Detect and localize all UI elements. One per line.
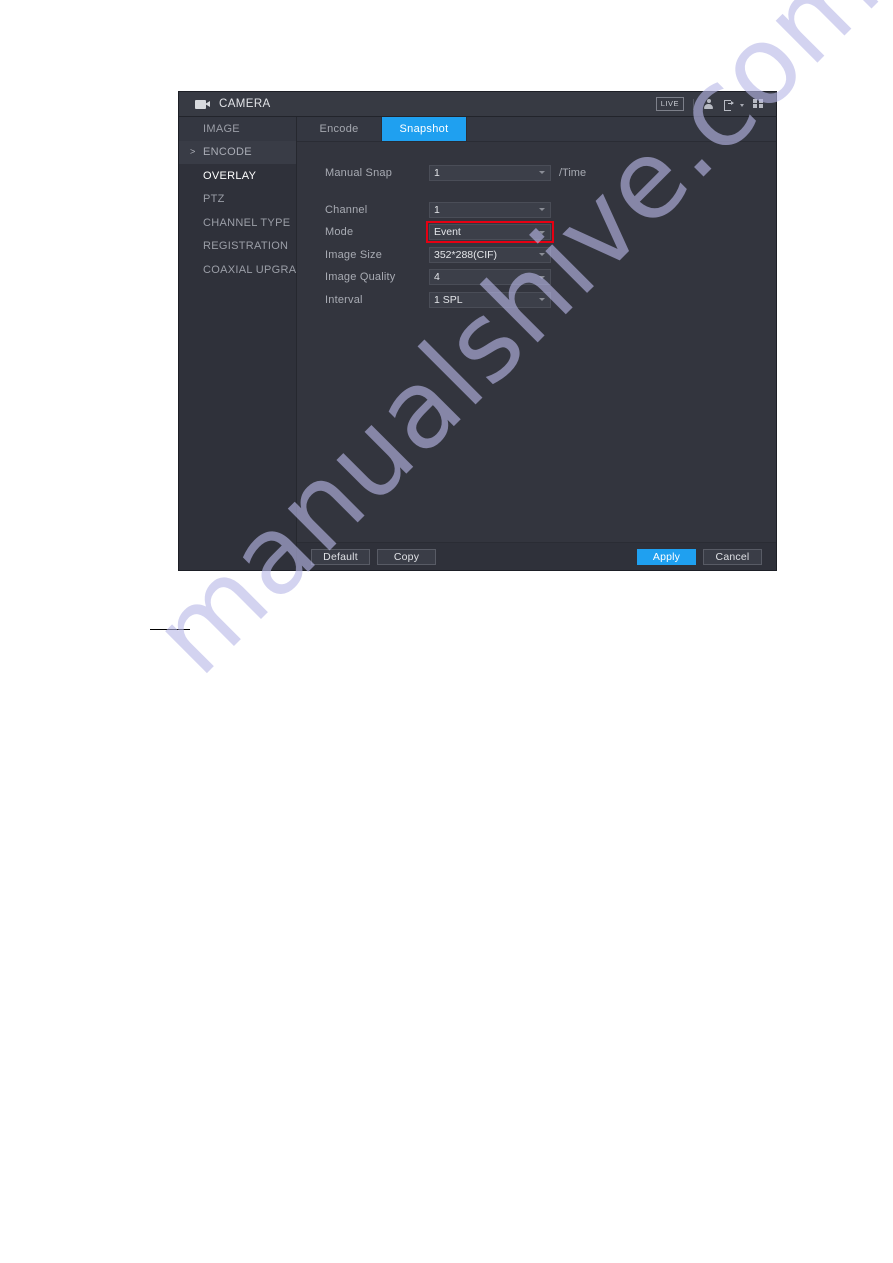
tab-label: Encode [319,122,359,135]
chevron-down-icon [539,208,545,212]
channel-value: 1 [434,203,440,216]
horizontal-rule [150,629,190,630]
video-camera-icon [195,99,211,110]
field-row-interval: Interval 1 SPL [297,289,776,312]
titlebar-right-group: LIVE [655,92,764,116]
image-quality-value: 4 [434,271,440,284]
sidebar-item-label: REGISTRATION [203,240,289,253]
snapshot-form: Manual Snap 1 /Time Channel 1 Mode Event… [297,141,776,542]
field-row-image-quality: Image Quality 4 [297,266,776,289]
sidebar-item-label: ENCODE [203,146,252,159]
titlebar-separator [693,98,694,110]
manual-snap-label: Manual Snap [325,166,393,179]
window-titlebar: CAMERA LIVE [179,92,776,117]
tab-bar: Encode Snapshot [297,117,776,142]
apply-button[interactable]: Apply [637,549,696,565]
field-row-manual-snap: Manual Snap 1 /Time [297,162,776,185]
manual-snap-value: 1 [434,166,440,179]
copy-button[interactable]: Copy [377,549,436,565]
logout-icon[interactable] [723,99,735,111]
sidebar-item-encode[interactable]: > ENCODE [179,140,296,164]
main-panel: Encode Snapshot Manual Snap 1 /Time Chan… [297,117,776,570]
chevron-right-icon: > [190,146,196,157]
footer-right-group: Apply Cancel [637,549,762,565]
cancel-button[interactable]: Cancel [703,549,762,565]
chevron-down-icon [539,171,545,175]
image-size-value: 352*288(CIF) [434,248,498,261]
chevron-down-icon [539,230,545,234]
image-quality-select[interactable]: 4 [429,269,551,286]
sidebar-item-label: CHANNEL TYPE [203,216,291,229]
mode-value: Event [434,226,461,239]
interval-select[interactable]: 1 SPL [429,291,551,308]
titlebar-left-group: CAMERA [179,98,271,110]
live-status-badge[interactable]: LIVE [655,97,684,111]
image-quality-label: Image Quality [325,271,396,284]
sidebar-item-registration[interactable]: REGISTRATION [179,235,296,259]
tab-snapshot[interactable]: Snapshot [382,117,467,141]
sidebar-item-overlay[interactable]: OVERLAY [179,164,296,188]
settings-sidebar: IMAGE > ENCODE OVERLAY PTZ CHANNEL TYPE … [179,117,312,570]
grid-icon[interactable] [753,98,764,110]
chevron-down-icon [539,275,545,279]
chevron-down-icon[interactable] [740,104,744,107]
sidebar-item-label: OVERLAY [203,169,257,182]
channel-label: Channel [325,203,368,216]
person-icon[interactable] [703,99,714,110]
mode-select[interactable]: Event [426,221,554,244]
tab-encode[interactable]: Encode [297,117,382,141]
sidebar-item-coaxial-upgrade[interactable]: COAXIAL UPGRADE [179,258,312,282]
image-size-label: Image Size [325,248,383,261]
interval-label: Interval [325,293,363,306]
manual-snap-unit: /Time [559,166,587,179]
interval-value: 1 SPL [434,293,463,306]
camera-settings-window: CAMERA LIVE IMAGE > ENCODE OVERLAY PTZ C… [179,92,776,570]
sidebar-item-label: COAXIAL UPGRADE [203,263,313,276]
image-size-select[interactable]: 352*288(CIF) [429,246,551,263]
manual-snap-select[interactable]: 1 [429,164,551,181]
chevron-down-icon [539,253,545,257]
window-footer: Default Copy Apply Cancel [297,542,776,570]
chevron-down-icon [539,298,545,302]
channel-select[interactable]: 1 [429,201,551,218]
field-row-channel: Channel 1 [297,199,776,222]
sidebar-item-channel-type[interactable]: CHANNEL TYPE [179,211,296,235]
default-button[interactable]: Default [311,549,370,565]
window-body: IMAGE > ENCODE OVERLAY PTZ CHANNEL TYPE … [179,117,776,570]
tab-label: Snapshot [399,122,449,135]
tab-bar-filler [467,117,776,141]
field-row-image-size: Image Size 352*288(CIF) [297,244,776,267]
sidebar-item-label: IMAGE [203,122,240,135]
sidebar-item-ptz[interactable]: PTZ [179,188,296,212]
window-title: CAMERA [219,98,271,110]
mode-label: Mode [325,226,354,239]
field-row-mode: Mode Event [297,221,776,244]
sidebar-item-label: PTZ [203,193,225,206]
sidebar-item-image[interactable]: IMAGE [179,117,296,141]
